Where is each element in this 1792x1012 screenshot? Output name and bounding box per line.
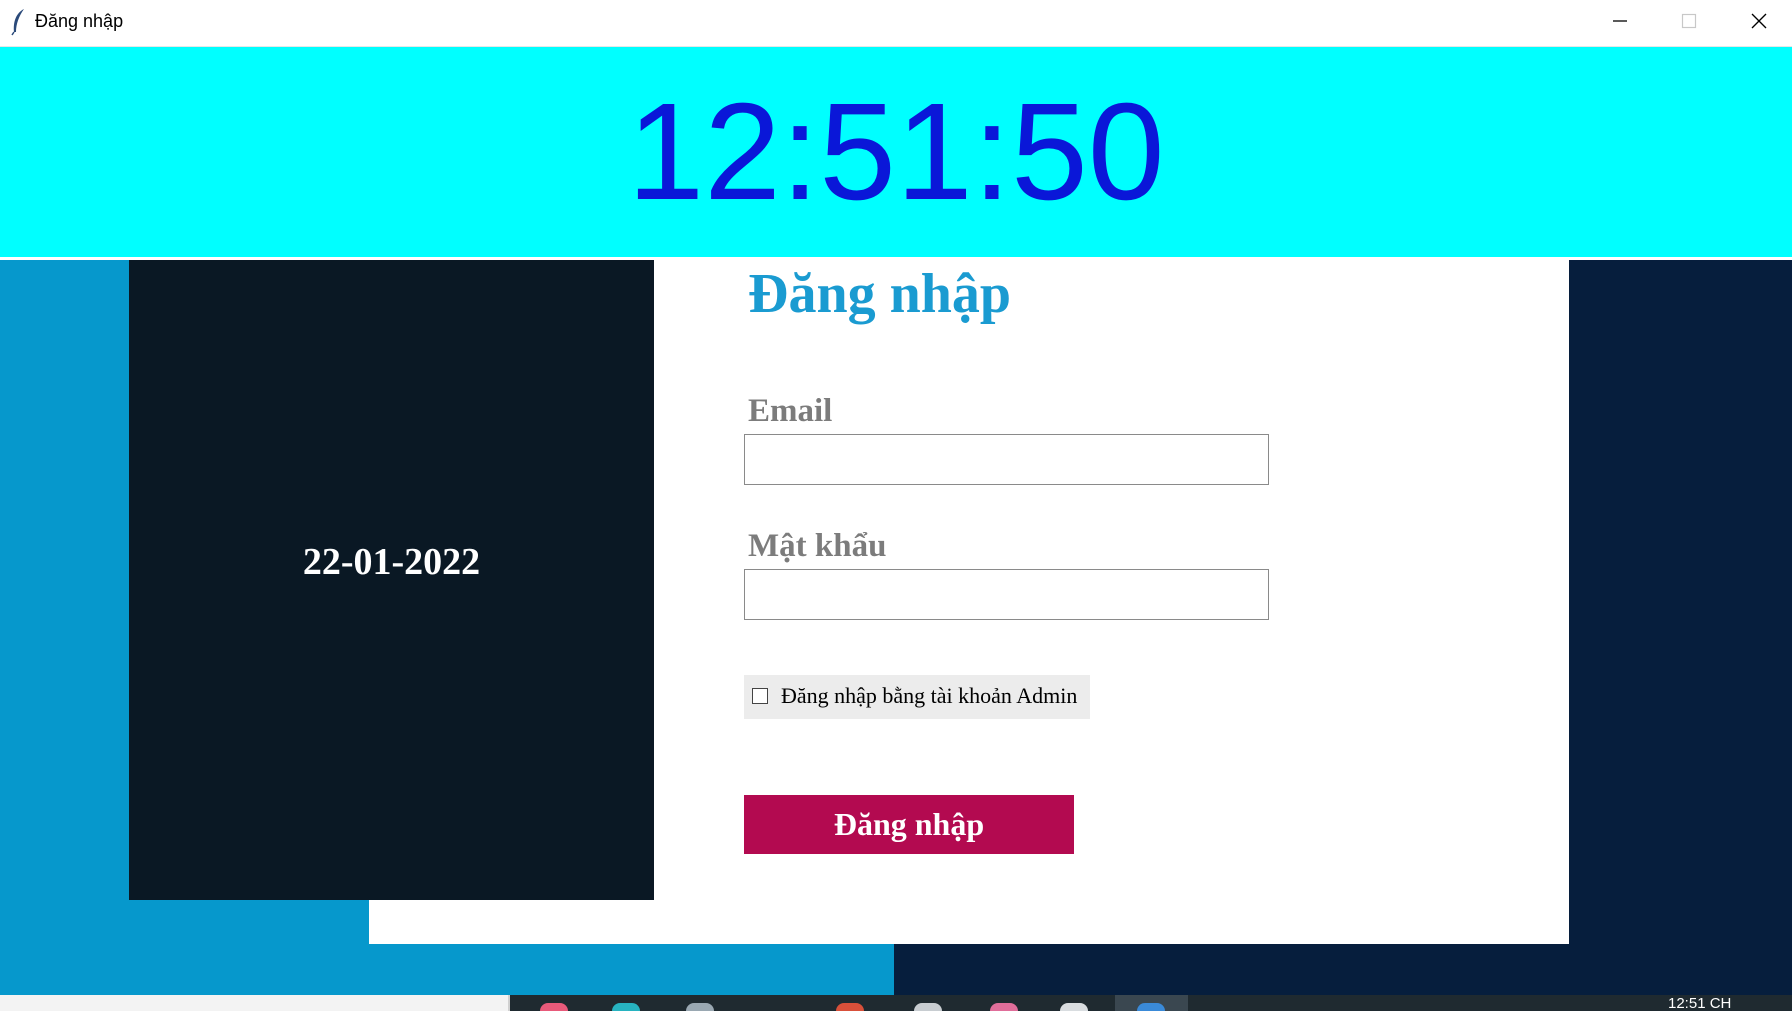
app-icon[interactable] xyxy=(990,1003,1018,1011)
login-button[interactable]: Đăng nhập xyxy=(744,795,1074,854)
password-label: Mật khẩu xyxy=(748,528,887,564)
taskbar-clock: 12:51 CH xyxy=(1668,995,1732,1012)
close-icon xyxy=(1751,13,1767,29)
admin-login-checkbox[interactable]: Đăng nhập bằng tài khoản Admin xyxy=(744,675,1090,719)
maximize-icon xyxy=(1681,13,1697,29)
taskbar-search[interactable] xyxy=(0,995,510,1011)
app-icon xyxy=(1137,1003,1165,1011)
app-icon[interactable] xyxy=(686,1003,714,1011)
clock-banner: 12:51:50 xyxy=(0,47,1792,257)
login-title: Đăng nhập xyxy=(748,263,1012,325)
password-field[interactable] xyxy=(744,569,1269,620)
minimize-button[interactable] xyxy=(1585,0,1655,42)
app-icon[interactable] xyxy=(914,1003,942,1011)
maximize-button[interactable] xyxy=(1654,0,1724,42)
minimize-icon xyxy=(1613,20,1627,22)
window-title: Đăng nhập xyxy=(35,11,124,31)
app-icon[interactable] xyxy=(540,1003,568,1011)
taskbar: 12:51 CH xyxy=(0,995,1792,1012)
app-icon[interactable] xyxy=(612,1003,640,1011)
email-field[interactable] xyxy=(744,434,1269,485)
app-icon[interactable] xyxy=(836,1003,864,1011)
close-button[interactable] xyxy=(1724,0,1792,42)
email-label: Email xyxy=(748,393,833,429)
checkbox-box[interactable] xyxy=(752,688,768,704)
active-app-slot[interactable] xyxy=(1115,995,1188,1011)
feather-icon xyxy=(10,8,28,36)
clock-time: 12:51:50 xyxy=(627,75,1165,229)
current-date: 22-01-2022 xyxy=(302,541,481,583)
window-titlebar: Đăng nhập xyxy=(0,0,1792,47)
app-icon[interactable] xyxy=(1060,1003,1088,1011)
date-panel: 22-01-2022 xyxy=(129,260,654,900)
admin-checkbox-label[interactable]: Đăng nhập bằng tài khoản Admin xyxy=(781,683,1077,709)
